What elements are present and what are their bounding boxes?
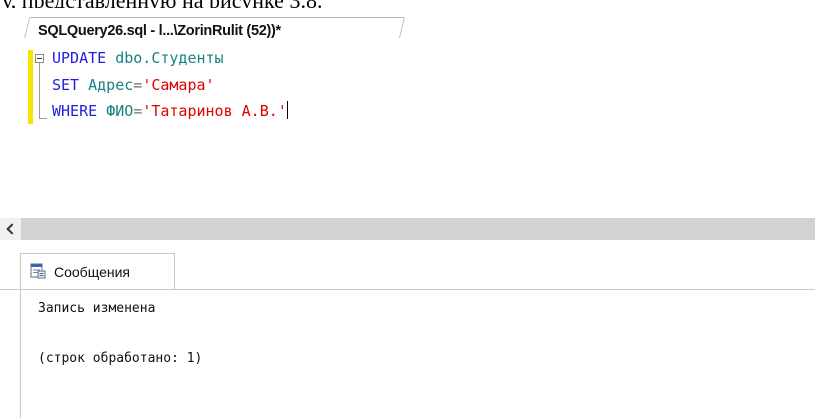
collapse-toggle-icon[interactable] — [35, 54, 44, 63]
column-name: ФИО — [106, 102, 134, 120]
outline-guide-end — [39, 118, 47, 119]
outline-guide — [39, 63, 40, 119]
string-literal: 'Татаринов А.В.' — [142, 102, 287, 120]
sql-keyword: UPDATE — [52, 49, 107, 67]
operator: = — [133, 76, 143, 94]
code-line-3[interactable]: WHERE ФИО='Татаринов А.В.' — [52, 100, 288, 122]
document-text: у, представленную на рисунке 3.8. — [2, 0, 322, 8]
code-line-1[interactable]: UPDATE dbo.Студенты — [52, 47, 224, 69]
message-text: (строк обработано: 1) — [38, 351, 203, 366]
message-text: Запись изменена — [38, 301, 156, 316]
results-pane: Сообщения Запись изменена (строк обработ… — [0, 240, 815, 418]
results-border — [20, 289, 21, 418]
table-name: dbo.Студенты — [115, 49, 224, 67]
change-marker — [28, 50, 33, 124]
sql-keyword: SET — [52, 76, 80, 94]
query-tab-strip: SQLQuery26.sql - l...\ZorinRulit (52))* — [0, 8, 815, 46]
sql-editor[interactable]: UPDATE dbo.Студенты SET Адрес='Самара' W… — [0, 38, 815, 218]
query-tab-title[interactable]: SQLQuery26.sql - l...\ZorinRulit (52))* — [38, 23, 281, 39]
code-line-2[interactable]: SET Адрес='Самара' — [52, 74, 215, 96]
column-name: Адрес — [88, 76, 134, 94]
chevron-left-icon — [6, 223, 18, 235]
string-literal: 'Самара' — [142, 76, 215, 94]
tab-messages-label: Сообщения — [54, 264, 130, 280]
horizontal-scrollbar[interactable] — [0, 218, 815, 240]
document-text-fragment: у, представленную на рисунке 3.8. — [0, 0, 815, 8]
messages-icon — [30, 263, 46, 279]
tab-messages[interactable]: Сообщения — [20, 253, 175, 290]
results-tab-divider — [0, 289, 815, 290]
sql-keyword: WHERE — [52, 102, 98, 120]
text-cursor — [286, 101, 288, 119]
scroll-left-button[interactable] — [0, 218, 22, 240]
operator: = — [133, 102, 143, 120]
